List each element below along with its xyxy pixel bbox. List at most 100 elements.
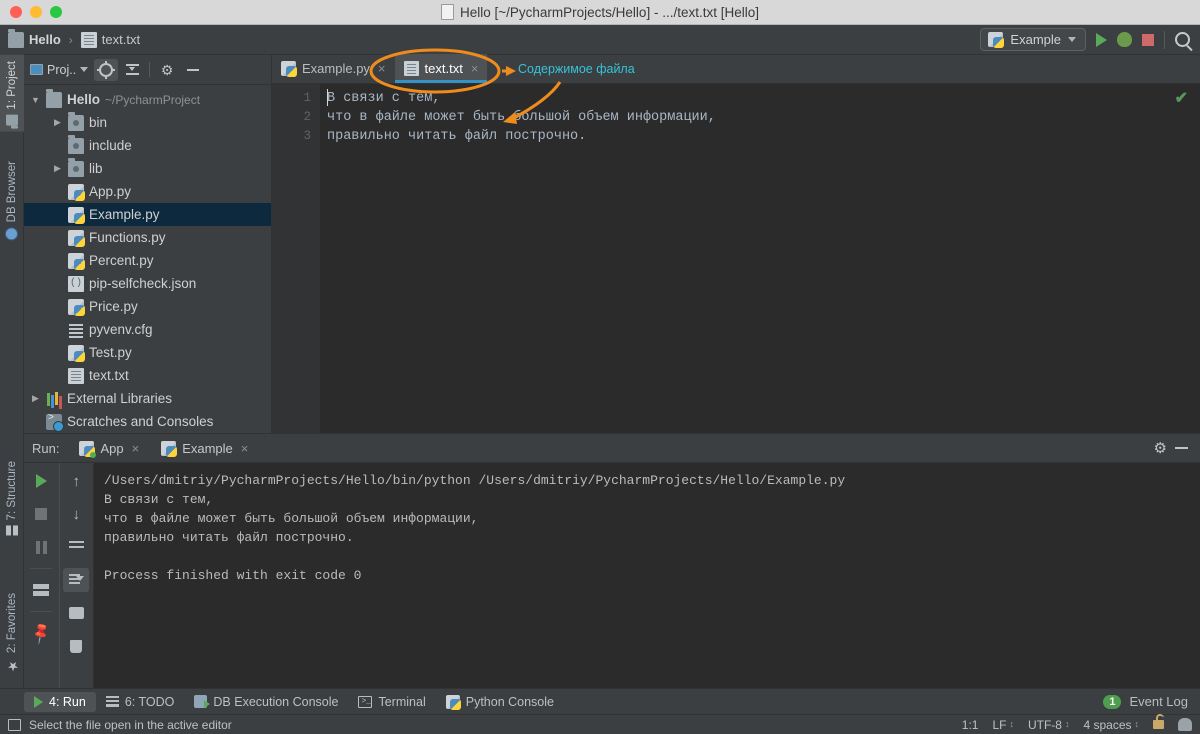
tree-node-lib[interactable]: ▶ lib — [24, 157, 271, 180]
soft-wrap-button[interactable] — [63, 535, 89, 559]
sidebar-item-project[interactable]: 1: Project — [0, 55, 24, 132]
breadcrumb-file[interactable]: text.txt — [80, 31, 140, 48]
run-panel-body: 📌 ↑ ↓ /Users/dmitriy/PycharmProjects/Hel… — [24, 463, 1200, 688]
chevron-down-icon — [1068, 37, 1076, 42]
hide-project-panel-button[interactable] — [181, 59, 205, 81]
tree-node-external-libraries[interactable]: ▶ External Libraries — [24, 387, 271, 410]
pause-button[interactable] — [28, 535, 54, 559]
source-folder-icon — [68, 134, 84, 154]
tree-node-hello[interactable]: ▼ Hello ~/PycharmProject — [24, 88, 271, 111]
db-browser-icon — [5, 227, 19, 241]
close-icon[interactable]: × — [471, 61, 479, 76]
tree-node-scratches-and-consoles[interactable]: Scratches and Consoles — [24, 410, 271, 433]
toolbar-divider — [30, 611, 53, 612]
tree-node-app-py[interactable]: App.py — [24, 180, 271, 203]
editor-tab-example-py[interactable]: Example.py × — [272, 54, 395, 83]
maximize-window-button[interactable] — [50, 6, 62, 18]
tool-button-terminal[interactable]: >_ Terminal — [348, 692, 435, 712]
breadcrumb-project[interactable]: Hello — [8, 28, 61, 48]
close-icon[interactable]: × — [132, 441, 140, 456]
window-controls[interactable] — [0, 6, 62, 18]
tree-node-label: Percent.py — [89, 253, 154, 268]
sidebar-item-favorites-label: 2: Favorites — [6, 593, 18, 654]
print-button[interactable] — [63, 601, 89, 625]
python-file-icon — [68, 206, 85, 224]
event-log-label[interactable]: Event Log — [1129, 694, 1188, 709]
close-window-button[interactable] — [10, 6, 22, 18]
run-triangle-icon[interactable] — [1096, 32, 1107, 47]
project-settings-button[interactable]: ⚙ — [155, 59, 179, 81]
tree-node-bin[interactable]: ▶ bin — [24, 111, 271, 134]
tool-button-python-console[interactable]: Python Console — [436, 692, 564, 712]
source-folder-icon — [68, 111, 84, 131]
tool-button-db-execution-console[interactable]: DB Execution Console — [184, 692, 348, 712]
tree-expand-arrow[interactable]: ▼ — [30, 95, 41, 105]
minimize-window-button[interactable] — [30, 6, 42, 18]
star-icon: ★ — [4, 658, 20, 674]
sidebar-item-db-browser[interactable]: DB Browser — [0, 155, 24, 246]
project-panel-title[interactable]: Proj.. — [30, 63, 89, 77]
editor-scrollbar[interactable] — [1188, 84, 1200, 433]
editor-tab-text-txt[interactable]: text.txt × — [394, 54, 488, 83]
tree-expand-arrow[interactable]: ▶ — [52, 117, 63, 128]
python-file-icon — [68, 183, 85, 201]
tree-node-functions-py[interactable]: Functions.py — [24, 226, 271, 249]
detective-icon[interactable] — [1178, 718, 1192, 731]
tool-button-todo[interactable]: 6: TODO — [96, 692, 185, 712]
line-separator-selector[interactable]: LF ↕ — [992, 718, 1014, 732]
status-message: Select the file open in the active edito… — [29, 717, 232, 732]
tree-node-percent-py[interactable]: Percent.py — [24, 249, 271, 272]
collapse-all-button[interactable] — [120, 59, 144, 81]
tree-node-text-txt[interactable]: text.txt — [24, 364, 271, 387]
encoding-selector[interactable]: UTF-8 ↕ — [1028, 718, 1070, 732]
gear-icon[interactable]: ⚙ — [1154, 441, 1167, 456]
run-tab-example[interactable]: Example × — [151, 437, 258, 460]
tree-node-pyvenv-cfg[interactable]: pyvenv.cfg — [24, 318, 271, 341]
scroll-to-end-button[interactable] — [63, 568, 90, 592]
tree-expand-arrow[interactable]: ▶ — [52, 163, 63, 174]
pin-tab-button[interactable]: 📌 — [28, 621, 54, 646]
bug-icon[interactable] — [1117, 32, 1132, 47]
tool-button-run[interactable]: 4: Run — [24, 691, 96, 712]
editor-viewport[interactable]: 1 2 3 В связи с тем, что в файле может быть… — [272, 84, 1200, 433]
window-title-text: Hello [~/PycharmProjects/Hello] - .../te… — [460, 4, 759, 20]
run-configuration-selector[interactable]: Example — [980, 28, 1086, 51]
editor-text[interactable]: В связи с тем, что в файле может быть бол… — [320, 84, 1188, 433]
run-toolbar: 📌 ↑ ↓ — [24, 463, 94, 688]
tree-node-price-py[interactable]: Price.py — [24, 295, 271, 318]
down-button[interactable]: ↓ — [63, 502, 89, 526]
indent-selector[interactable]: 4 spaces ↕ — [1083, 718, 1139, 732]
close-icon[interactable]: × — [241, 441, 249, 456]
inspection-status-badge[interactable]: ✔ — [1175, 88, 1188, 108]
editor-line: что в файле может быть большой объем инф… — [327, 110, 716, 125]
close-icon[interactable]: × — [378, 61, 386, 76]
editor-select-icon[interactable] — [8, 718, 21, 731]
tree-node-include[interactable]: include — [24, 134, 271, 157]
sidebar-item-structure[interactable]: 7: Structure — [0, 455, 24, 541]
up-button[interactable]: ↑ — [63, 469, 89, 493]
tree-expand-arrow[interactable]: ▶ — [30, 393, 41, 404]
tree-node-pip-selfcheck-json[interactable]: pip-selfcheck.json — [24, 272, 271, 295]
console-output[interactable]: /Users/dmitriy/PycharmProjects/Hello/bin… — [94, 463, 1200, 688]
locate-target-button[interactable] — [94, 58, 119, 81]
gutter-line-number: 2 — [303, 110, 311, 124]
layout-button[interactable] — [28, 578, 54, 602]
minus-icon[interactable] — [1175, 447, 1188, 449]
stop-square-icon[interactable] — [1142, 33, 1154, 46]
printer-icon — [68, 607, 84, 619]
rerun-button[interactable] — [28, 469, 54, 493]
caret-position[interactable]: 1:1 — [962, 718, 979, 732]
unlocked-padlock-icon[interactable] — [1153, 714, 1164, 729]
editor-area: Example.py × text.txt × 1 2 3 В связи с тем, ч… — [272, 54, 1200, 433]
run-tab-app[interactable]: App × — [69, 437, 149, 460]
tree-node-example-py[interactable]: Example.py — [24, 203, 271, 226]
project-tree[interactable]: ▼ Hello ~/PycharmProject ▶ bin include ▶ lib App… — [24, 85, 271, 433]
folder-icon — [46, 88, 62, 108]
search-icon[interactable] — [1175, 32, 1193, 52]
sidebar-item-favorites[interactable]: ★ 2: Favorites — [0, 587, 24, 679]
console-line: что в файле может быть большой объем инф… — [104, 511, 479, 526]
clear-all-button[interactable] — [63, 634, 89, 658]
stop-button[interactable] — [28, 502, 54, 526]
run-tool-window: Run: App × Example × ⚙ 📌 ↑ ↓ /Users/dmit… — [24, 433, 1200, 688]
tree-node-test-py[interactable]: Test.py — [24, 341, 271, 364]
